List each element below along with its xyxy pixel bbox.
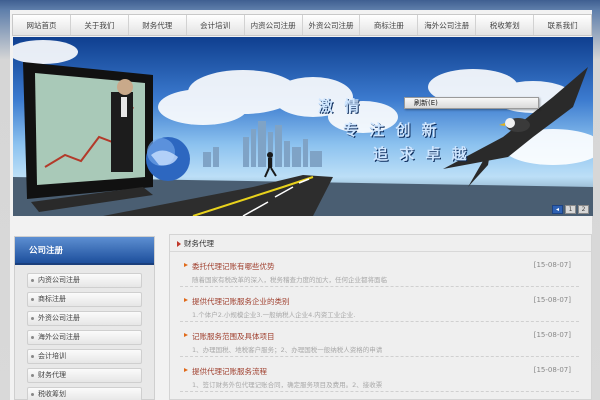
businessman-figure xyxy=(111,79,133,172)
list-item: 提供代理记账服务流程 [15-08-07] 1、签订财务外包代理记账合同，确定服… xyxy=(180,357,579,392)
article-date: [15-08-07] xyxy=(533,296,571,304)
sidebar-item-tax-planning[interactable]: 税收筹划 xyxy=(27,387,142,400)
article-date: [15-08-07] xyxy=(533,261,571,269)
city-skyline xyxy=(203,121,322,167)
hero-banner: 激 情 专 注 创 新 追 求 卓 越 刷新(E) ◂ 1 2 xyxy=(13,37,593,216)
nav-item-domestic-registration[interactable]: 内资公司注册 xyxy=(245,15,303,35)
nav-item-home[interactable]: 网站首页 xyxy=(13,15,71,35)
slogan-line-2: 专 注 创 新 xyxy=(343,121,440,139)
article-summary: 随着国家有税改革的深入，税务稽查力度的加大，任何企业都将面临 xyxy=(192,276,387,284)
banner-artwork xyxy=(13,40,593,216)
nav-item-contact[interactable]: 联系我们 xyxy=(534,15,591,35)
article-summary: 1.个体户2.小规模企业3.一般纳税人企业4.内资工业企业. xyxy=(192,311,356,319)
nav-item-trademark[interactable]: 商标注册 xyxy=(360,15,419,35)
sidebar-item-foreign-registration[interactable]: 外资公司注册 xyxy=(27,311,142,326)
article-summary: 1、办理国税、地税客户服务；2、办理国税一般纳税人资格的申请 xyxy=(192,346,383,354)
nav-item-accounting-training[interactable]: 会计培训 xyxy=(187,15,245,35)
sidebar-item-finance-agency[interactable]: 财务代理 xyxy=(27,368,142,383)
globe-illustration xyxy=(146,137,190,181)
sidebar-item-accounting-training[interactable]: 会计培训 xyxy=(27,349,142,364)
slideshow-controls: ◂ 1 2 xyxy=(552,205,589,214)
article-title-link[interactable]: 提供代理记账服务流程 xyxy=(184,366,267,377)
main-nav: 网站首页 关于我们 财务代理 会计培训 内资公司注册 外资公司注册 商标注册 海… xyxy=(12,14,592,36)
list-item: 提供代理记账服务企业的类别 [15-08-07] 1.个体户2.小规模企业3.一… xyxy=(180,287,579,322)
article-date: [15-08-07] xyxy=(533,331,571,339)
section-title: 财务代理 xyxy=(170,235,591,252)
list-item: 委托代理记账有哪些优势 [15-08-07] 随着国家有税改革的深入，税务稽查力… xyxy=(180,252,579,287)
slogan-line-3: 追 求 卓 越 xyxy=(373,145,470,163)
slide-2-button[interactable]: 2 xyxy=(578,205,589,214)
slide-prev-button[interactable]: ◂ xyxy=(552,205,563,214)
nav-item-overseas-registration[interactable]: 海外公司注册 xyxy=(418,15,477,35)
article-panel: 财务代理 委托代理记账有哪些优势 [15-08-07] 随着国家有税改革的深入，… xyxy=(169,234,592,400)
sidebar-item-domestic-registration[interactable]: 内资公司注册 xyxy=(27,273,142,288)
article-summary: 1、签订财务外包代理记账合同，确定服务项目及费用。2、接收票 xyxy=(192,381,383,389)
monitor-illustration xyxy=(23,62,153,212)
nav-item-about[interactable]: 关于我们 xyxy=(71,15,129,35)
article-title-link[interactable]: 委托代理记账有哪些优势 xyxy=(184,261,275,272)
context-menu-refresh[interactable]: 刷新(E) xyxy=(414,99,438,107)
article-title-link[interactable]: 记账服务范围及具体项目 xyxy=(184,331,275,342)
article-date: [15-08-07] xyxy=(533,366,571,374)
nav-item-finance-agency[interactable]: 财务代理 xyxy=(129,15,187,35)
sidebar-title: 公司注册 xyxy=(15,237,154,265)
list-item: 记账服务范围及具体项目 [15-08-07] 1、办理国税、地税客户服务；2、办… xyxy=(180,322,579,357)
sidebar-item-trademark[interactable]: 商标注册 xyxy=(27,292,142,307)
sidebar: 公司注册 内资公司注册 商标注册 外资公司注册 海外公司注册 会计培训 财务代理… xyxy=(14,236,155,400)
context-menu: 刷新(E) xyxy=(404,97,539,109)
sidebar-list: 内资公司注册 商标注册 外资公司注册 海外公司注册 会计培训 财务代理 税收筹划 xyxy=(15,265,154,400)
sidebar-item-overseas-registration[interactable]: 海外公司注册 xyxy=(27,330,142,345)
article-title-link[interactable]: 提供代理记账服务企业的类别 xyxy=(184,296,290,307)
slogan-line-1: 激 情 xyxy=(318,97,363,115)
nav-item-tax-planning[interactable]: 税收筹划 xyxy=(476,15,535,35)
nav-item-foreign-registration[interactable]: 外资公司注册 xyxy=(303,15,361,35)
runner-figure xyxy=(264,152,277,178)
slide-1-button[interactable]: 1 xyxy=(565,205,576,214)
